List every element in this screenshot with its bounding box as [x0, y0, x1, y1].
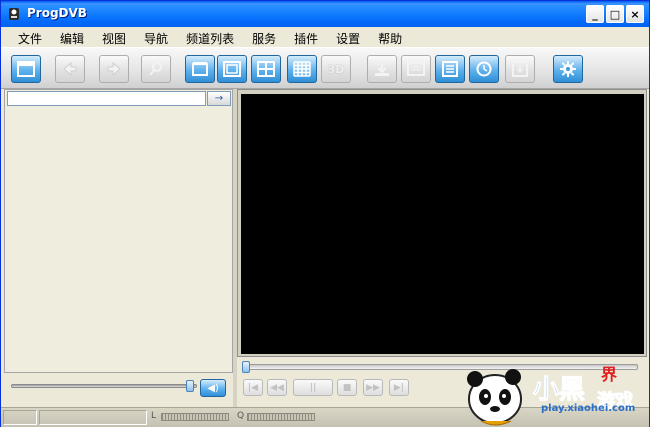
menu-plugins[interactable]: 插件	[285, 27, 327, 47]
signal-quality-meter	[247, 413, 315, 421]
maximize-icon: □	[609, 7, 621, 21]
close-icon: ×	[630, 7, 640, 21]
pause-icon: ||	[309, 382, 317, 393]
playback-controls: |◀ ◀◀ || ■ ▶▶ ▶|	[237, 357, 647, 407]
channel-list-icon	[17, 61, 35, 77]
channel-panel: →	[4, 89, 233, 373]
menu-channel-list[interactable]: 频道列表	[177, 27, 243, 47]
search-button[interactable]	[141, 55, 171, 83]
close-button[interactable]: ×	[626, 5, 644, 23]
menu-bar: 文件 编辑 视图 导航 频道列表 服务 插件 设置 帮助	[1, 27, 649, 47]
menu-navigation[interactable]: 导航	[135, 27, 177, 47]
fullscreen-icon	[223, 61, 241, 77]
video-screen[interactable]	[241, 94, 644, 354]
record-button[interactable]	[367, 55, 397, 83]
fullscreen-button[interactable]	[217, 55, 247, 83]
title-bar[interactable]: ProgDVB _ □ ×	[1, 1, 649, 27]
status-bar: L Q	[1, 407, 649, 427]
epg-icon	[442, 61, 458, 77]
channel-list-button[interactable]	[11, 55, 41, 83]
mute-button[interactable]: ◀)	[200, 379, 226, 397]
menu-help[interactable]: 帮助	[369, 27, 411, 47]
stop-icon: ■	[342, 382, 352, 393]
app-window: ProgDVB _ □ × 文件 编辑 视图 导航 频道列表 服务 插件 设置 …	[0, 0, 650, 427]
teletext-button[interactable]	[401, 55, 431, 83]
3d-icon: 3D	[327, 62, 345, 76]
forward-button[interactable]	[99, 55, 129, 83]
skip-end-icon: ▶|	[393, 382, 405, 393]
skip-start-button[interactable]: |◀	[243, 379, 263, 396]
progdvb-logo-icon	[9, 8, 19, 20]
skip-start-icon: |◀	[247, 382, 259, 393]
menu-view[interactable]: 视图	[93, 27, 135, 47]
signal-level-label: L	[151, 411, 157, 421]
export-button[interactable]	[505, 55, 535, 83]
forward-button[interactable]: ▶▶	[363, 379, 383, 396]
back-button[interactable]	[55, 55, 85, 83]
rewind-icon: ◀◀	[270, 382, 284, 393]
seek-slider-thumb[interactable]	[242, 361, 250, 373]
grid-16-icon	[293, 61, 311, 77]
menu-settings[interactable]: 设置	[327, 27, 369, 47]
volume-slider-track[interactable]	[11, 384, 197, 388]
menu-file[interactable]: 文件	[9, 27, 51, 47]
record-icon	[375, 63, 389, 76]
volume-area: ◀)	[4, 373, 233, 407]
speaker-icon: ◀)	[207, 382, 219, 394]
pause-button[interactable]: ||	[293, 379, 333, 396]
grid-16-button[interactable]	[287, 55, 317, 83]
grid-4-button[interactable]	[251, 55, 281, 83]
settings-button[interactable]	[553, 55, 583, 83]
scheduler-button[interactable]	[469, 55, 499, 83]
search-go-button[interactable]: →	[207, 91, 231, 106]
signal-level-meter	[161, 413, 229, 421]
export-icon	[512, 61, 528, 77]
minimize-button[interactable]: _	[586, 5, 604, 23]
forward-icon: ▶▶	[366, 382, 380, 393]
status-cell	[39, 410, 147, 425]
rewind-button[interactable]: ◀◀	[267, 379, 287, 396]
video-frame	[237, 89, 647, 357]
signal-quality-label: Q	[237, 411, 245, 421]
search-icon	[149, 62, 162, 76]
epg-button[interactable]	[435, 55, 465, 83]
minimize-icon: _	[592, 7, 598, 21]
seek-slider-track[interactable]	[242, 364, 638, 370]
arrow-left-icon	[63, 61, 77, 77]
arrow-right-icon	[107, 61, 121, 77]
main-toolbar: 3D	[1, 47, 649, 89]
grid-4-icon	[257, 61, 275, 77]
window-title: ProgDVB	[27, 6, 87, 20]
scheduler-icon	[476, 61, 492, 77]
stop-button[interactable]: ■	[337, 379, 357, 396]
teletext-icon	[407, 62, 425, 76]
volume-slider-thumb[interactable]	[185, 380, 194, 392]
menu-edit[interactable]: 编辑	[51, 27, 93, 47]
channel-search-input[interactable]	[7, 91, 206, 106]
3d-button[interactable]: 3D	[321, 55, 351, 83]
window-icon	[192, 62, 208, 76]
channel-list[interactable]	[7, 107, 230, 369]
maximize-button[interactable]: □	[606, 5, 624, 23]
window-controls: _ □ ×	[586, 5, 644, 23]
skip-end-button[interactable]: ▶|	[389, 379, 409, 396]
window-mode-button[interactable]	[185, 55, 215, 83]
settings-gear-icon	[560, 61, 576, 77]
status-cell	[3, 410, 37, 425]
arrow-right-icon: →	[214, 93, 224, 104]
menu-services[interactable]: 服务	[243, 27, 285, 47]
